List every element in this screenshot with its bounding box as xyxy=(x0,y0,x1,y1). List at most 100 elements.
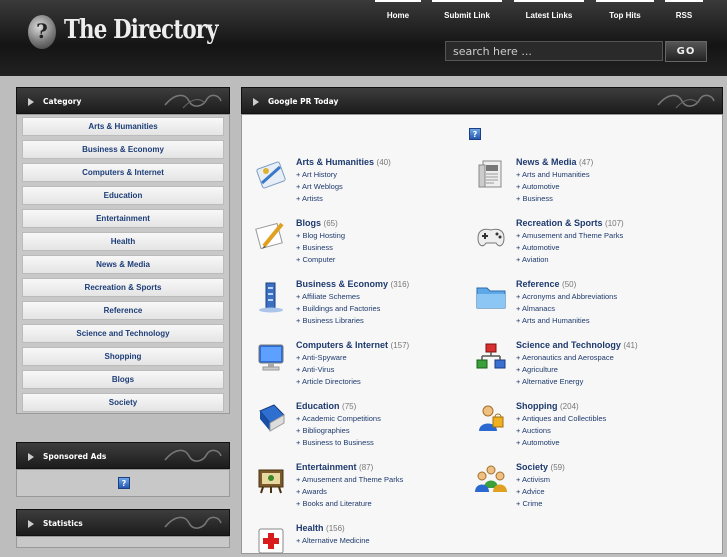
sidebar-item-science[interactable]: Science and Technology xyxy=(22,324,224,343)
sidebar-item-health[interactable]: Health xyxy=(22,232,224,251)
category-title-link[interactable]: Arts & Humanities (40) xyxy=(296,157,391,167)
sidebar-item-shopping[interactable]: Shopping xyxy=(22,347,224,366)
nav-submit-link[interactable]: Submit Link xyxy=(432,0,502,32)
sidebar-item-blogs[interactable]: Blogs xyxy=(22,370,224,389)
sidebar-item-reference[interactable]: Reference xyxy=(22,301,224,320)
swirl-ornament-icon xyxy=(164,449,222,462)
site-title[interactable]: The Directory xyxy=(64,15,219,45)
category-title: Category xyxy=(43,97,82,106)
subcategory-link[interactable]: + Art History xyxy=(296,170,337,179)
first-aid-icon xyxy=(258,528,284,554)
nav-latest-links[interactable]: Latest Links xyxy=(514,0,584,32)
subcategory-link[interactable]: + Anti-Virus xyxy=(296,365,334,374)
subcategory-link[interactable]: + Aviation xyxy=(516,255,549,264)
subcategory-link[interactable]: + Arts and Humanities xyxy=(516,170,590,179)
subcategory-link[interactable]: + Almanacs xyxy=(516,304,555,313)
subcategory-link[interactable]: + Activism xyxy=(516,475,550,484)
category-title-link[interactable]: Reference (50) xyxy=(516,279,576,289)
category-title-link[interactable]: Computers & Internet (157) xyxy=(296,340,409,350)
paint-icon xyxy=(256,161,286,189)
sidebar-item-society[interactable]: Society xyxy=(22,393,224,412)
subcategory-link[interactable]: + Agriculture xyxy=(516,365,558,374)
category-title-link[interactable]: Business & Economy (316) xyxy=(296,279,409,289)
sidebar-item-computers[interactable]: Computers & Internet xyxy=(22,163,224,182)
nav-top-hits[interactable]: Top Hits xyxy=(596,0,654,32)
main-panel-header: Google PR Today xyxy=(241,87,723,114)
broken-image-icon[interactable]: ? xyxy=(469,128,481,140)
sidebar-item-entertainment[interactable]: Entertainment xyxy=(22,209,224,228)
subcategory-link[interactable]: + Automotive xyxy=(516,438,560,447)
category-title-link[interactable]: Blogs (65) xyxy=(296,218,338,228)
sponsored-title: Sponsored Ads xyxy=(43,452,107,461)
sidebar-item-recreation[interactable]: Recreation & Sports xyxy=(22,278,224,297)
subcategory-link[interactable]: + Article Directories xyxy=(296,377,361,386)
subcategory-link[interactable]: + Business to Business xyxy=(296,438,374,447)
subcategory-link[interactable]: + Artists xyxy=(296,194,323,203)
statistics-panel-header: Statistics xyxy=(16,509,230,536)
subcategory-link[interactable]: + Amusement and Theme Parks xyxy=(296,475,403,484)
subcategory-link[interactable]: + Academic Competitions xyxy=(296,414,381,423)
category-title-link[interactable]: Entertainment (87) xyxy=(296,462,373,472)
category-title-link[interactable]: Health (156) xyxy=(296,523,345,533)
subcategory-link[interactable]: + Books and Literature xyxy=(296,499,372,508)
subcategory-link[interactable]: + Auctions xyxy=(516,426,551,435)
sidebar-item-news[interactable]: News & Media xyxy=(22,255,224,274)
swirl-ornament-icon xyxy=(164,94,222,109)
sidebar-item-arts[interactable]: Arts & Humanities xyxy=(22,117,224,136)
statistics-title: Statistics xyxy=(43,519,83,528)
subcategory-link[interactable]: + Awards xyxy=(296,487,327,496)
logo-icon[interactable]: ? xyxy=(28,15,56,49)
statistics-box xyxy=(16,536,230,548)
category-title-link[interactable]: Shopping (204) xyxy=(516,401,579,411)
sidebar-item-education[interactable]: Education xyxy=(22,186,224,205)
gamepad-icon xyxy=(477,228,505,247)
broken-image-icon[interactable]: ? xyxy=(118,477,130,489)
subcategory-link[interactable]: + Aeronautics and Aerospace xyxy=(516,353,614,362)
nav-home[interactable]: Home xyxy=(375,0,421,32)
sponsored-panel-header: Sponsored Ads xyxy=(16,442,230,469)
swirl-ornament-icon xyxy=(164,516,222,529)
swirl-ornament-icon xyxy=(657,94,715,109)
newspaper-icon xyxy=(478,160,502,188)
search-input[interactable]: search here ... xyxy=(445,41,663,61)
pencil-paper-icon xyxy=(255,222,284,250)
subcategory-link[interactable]: + Advice xyxy=(516,487,545,496)
category-title-link[interactable]: Science and Technology (41) xyxy=(516,340,638,350)
subcategory-link[interactable]: + Automotive xyxy=(516,182,560,191)
subcategory-link[interactable]: + Business xyxy=(296,243,333,252)
category-title-link[interactable]: News & Media (47) xyxy=(516,157,593,167)
subcategory-link[interactable]: + Business xyxy=(516,194,553,203)
subcategory-link[interactable]: + Anti-Spyware xyxy=(296,353,347,362)
subcategory-link[interactable]: + Affiliate Schemes xyxy=(296,292,360,301)
bullet-icon xyxy=(253,98,259,106)
subcategory-link[interactable]: + Business Libraries xyxy=(296,316,364,325)
subcategory-link[interactable]: + Blog Hosting xyxy=(296,231,345,240)
category-title-link[interactable]: Recreation & Sports (107) xyxy=(516,218,624,228)
category-list: Arts & Humanities Business & Economy Com… xyxy=(16,114,230,414)
category-title-link[interactable]: Society (59) xyxy=(516,462,565,472)
folder-icon xyxy=(476,287,506,309)
sidebar-item-business[interactable]: Business & Economy xyxy=(22,140,224,159)
subcategory-link[interactable]: + Alternative Medicine xyxy=(296,536,370,545)
category-panel-header: Category xyxy=(16,87,230,114)
nav-rss[interactable]: RSS xyxy=(665,0,703,32)
subcategory-link[interactable]: + Computer xyxy=(296,255,335,264)
subcategory-link[interactable]: + Antiques and Collectibles xyxy=(516,414,606,423)
subcategory-link[interactable]: + Art Weblogs xyxy=(296,182,343,191)
subcategory-link[interactable]: + Bibliographies xyxy=(296,426,350,435)
monitor-icon xyxy=(258,344,284,371)
subcategory-link[interactable]: + Amusement and Theme Parks xyxy=(516,231,623,240)
subcategory-link[interactable]: + Acronyms and Abbreviations xyxy=(516,292,617,301)
bullet-icon xyxy=(28,453,34,461)
subcategory-link[interactable]: + Automotive xyxy=(516,243,560,252)
sponsored-ads-box: ? xyxy=(16,469,230,497)
search-go-button[interactable]: GO xyxy=(665,41,707,62)
building-icon xyxy=(259,282,283,313)
subcategory-link[interactable]: + Buildings and Factories xyxy=(296,304,380,313)
category-title-link[interactable]: Education (75) xyxy=(296,401,356,411)
subcategory-link[interactable]: + Alternative Energy xyxy=(516,377,583,386)
subcategory-link[interactable]: + Arts and Humanities xyxy=(516,316,590,325)
network-icon xyxy=(476,343,506,369)
subcategory-link[interactable]: + Crime xyxy=(516,499,542,508)
site-header: ? The Directory Home Submit Link Latest … xyxy=(0,0,727,76)
